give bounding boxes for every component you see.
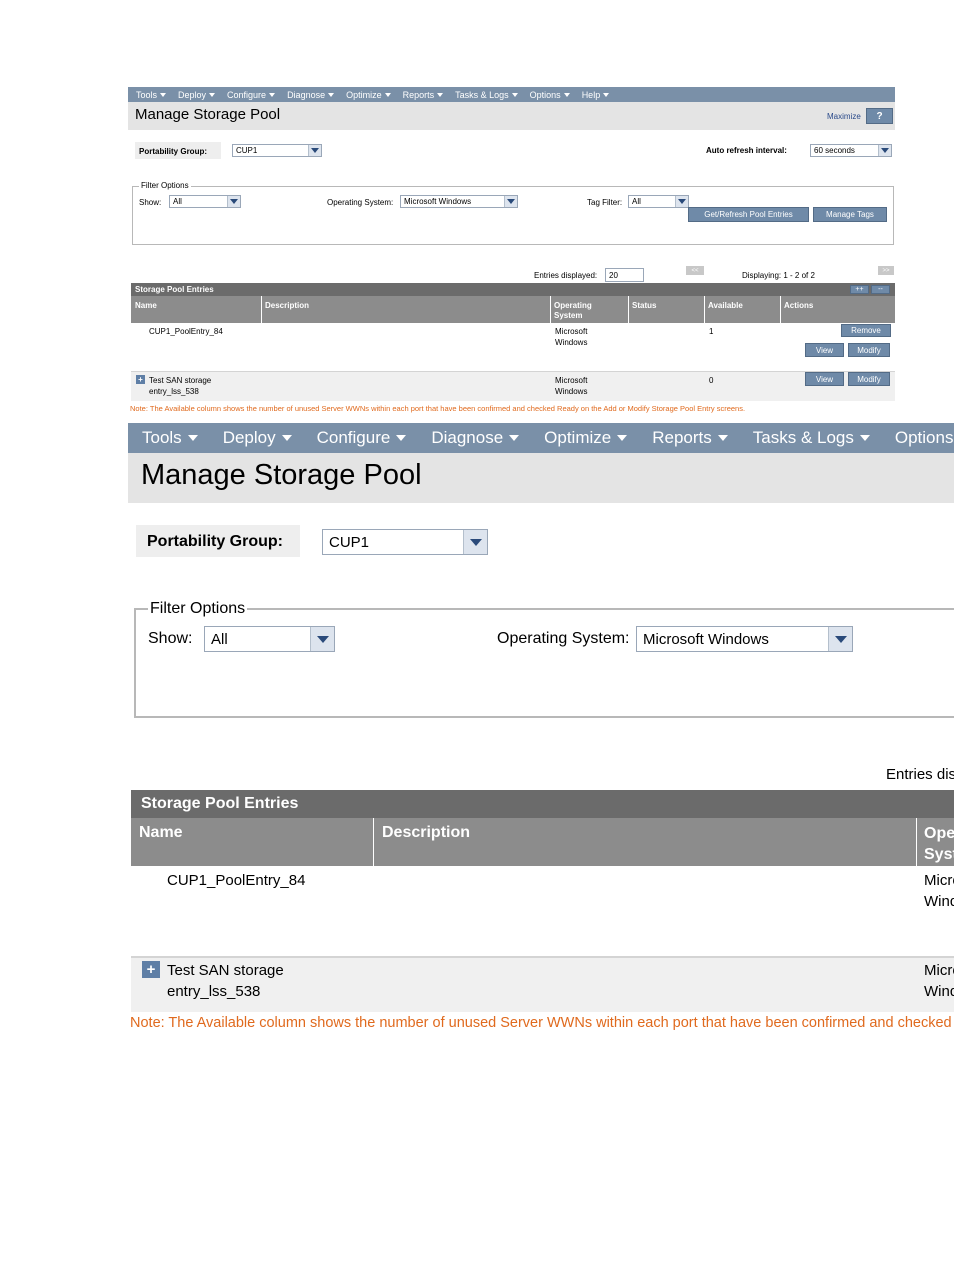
row1-os-line2: Windows xyxy=(924,893,954,910)
row1-name: CUP1_PoolEntry_84 xyxy=(167,872,306,889)
large-screenshot: Tools Deploy Configure Diagnose Optimize… xyxy=(0,0,954,1040)
show-value: All xyxy=(211,630,228,648)
menu-configure[interactable]: Configure xyxy=(317,428,407,448)
portability-value: CUP1 xyxy=(329,533,370,551)
row2-os-line2: Windows xyxy=(924,983,954,1000)
show-select[interactable]: All xyxy=(204,626,335,652)
chevron-down-icon xyxy=(509,435,520,441)
section-header: Storage Pool Entries xyxy=(131,790,954,818)
menu-optimize[interactable]: Optimize xyxy=(544,428,628,448)
filter-legend: Filter Options xyxy=(148,600,248,618)
chevron-down-icon xyxy=(187,435,198,441)
col-os-line2: System xyxy=(924,846,954,863)
filter-fieldset xyxy=(134,608,954,718)
chevron-down-icon xyxy=(316,635,329,643)
menu-tasks-logs[interactable]: Tasks & Logs xyxy=(753,428,870,448)
page-title: Manage Storage Pool xyxy=(141,459,422,491)
menu-diagnose[interactable]: Diagnose xyxy=(431,428,520,448)
menu-bar: Tools Deploy Configure Diagnose Optimize… xyxy=(128,423,954,453)
menu-tools[interactable]: Tools xyxy=(142,428,198,448)
portability-label: Portability Group: xyxy=(136,525,300,557)
chevron-down-icon xyxy=(281,435,292,441)
chevron-down-icon xyxy=(469,538,482,546)
os-select[interactable]: Microsoft Windows xyxy=(636,626,853,652)
show-label: Show: xyxy=(148,630,193,647)
menu-reports[interactable]: Reports xyxy=(652,428,728,448)
chevron-down-icon xyxy=(396,435,407,441)
col-name[interactable]: Name xyxy=(131,818,373,866)
col-os-line1: Operating xyxy=(924,825,954,842)
chevron-down-icon xyxy=(834,635,847,643)
row2-name-line2: entry_lss_538 xyxy=(167,983,261,1000)
os-value: Microsoft Windows xyxy=(643,630,769,648)
row2-os-line1: Microsoft xyxy=(924,962,954,979)
os-label: Operating System: xyxy=(497,630,630,647)
note-text: Note: The Available column shows the num… xyxy=(130,1015,954,1031)
chevron-down-icon xyxy=(617,435,628,441)
col-os[interactable]: Operating System xyxy=(917,818,954,866)
col-description[interactable]: Description xyxy=(374,818,916,866)
menu-options[interactable]: Options xyxy=(895,428,954,448)
entries-label: Entries displayed: xyxy=(886,766,954,783)
section-title: Storage Pool Entries xyxy=(141,795,299,812)
chevron-down-icon xyxy=(859,435,870,441)
row2-name-line1: Test SAN storage xyxy=(167,962,284,979)
portability-select[interactable]: CUP1 xyxy=(322,529,488,555)
chevron-down-icon xyxy=(717,435,728,441)
menu-deploy[interactable]: Deploy xyxy=(223,428,292,448)
expand-icon[interactable]: + xyxy=(142,961,160,978)
row1-os-line1: Microsoft xyxy=(924,872,954,889)
